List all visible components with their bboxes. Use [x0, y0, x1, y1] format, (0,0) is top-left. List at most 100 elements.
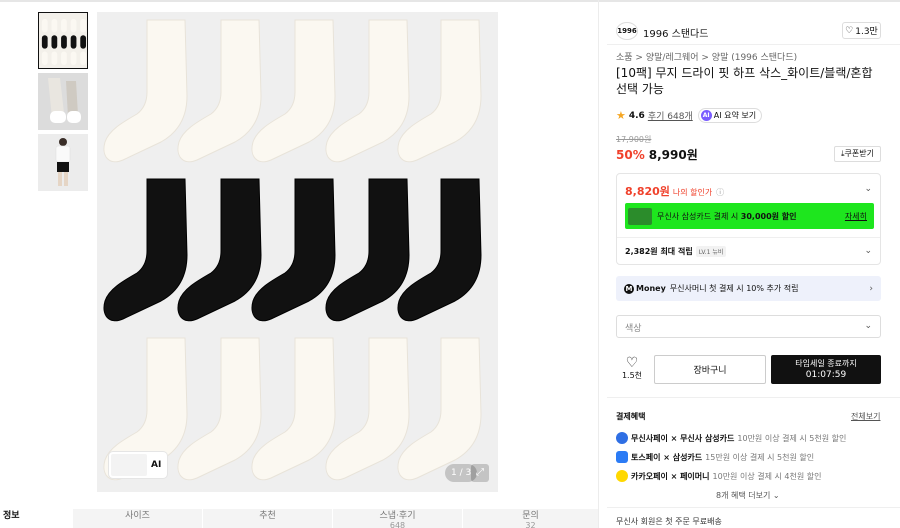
card-promo-detail-link[interactable]: 자세히: [845, 211, 867, 222]
shipping-note: 무신사 회원은 첫 주문 무료배송: [616, 517, 722, 526]
color-select[interactable]: 색상 ⌄: [616, 315, 881, 338]
ai-summary-button[interactable]: AI AI 요약 보기: [697, 108, 763, 123]
mini-thumb: [111, 454, 147, 476]
white-sock: [251, 19, 336, 163]
divider: [617, 237, 880, 238]
sock-grid-image: [103, 19, 482, 481]
card-promo-banner[interactable]: 무신사 삼성카드 결제 시 30,000원 할인 자세히: [625, 203, 874, 229]
tab-snap-review[interactable]: 스냅·후기 648: [332, 509, 462, 528]
money-logo-text: Money: [636, 283, 666, 293]
thumbnail-model-full[interactable]: [38, 134, 88, 191]
tab-size[interactable]: 사이즈: [72, 509, 202, 528]
buy-button[interactable]: 타임세일 종료까지 01:07:59: [771, 355, 881, 384]
payment-benefit-title: 결제혜택: [616, 412, 646, 421]
sale-price-row: 50% 8,990원: [616, 146, 698, 163]
toss-pay-icon: [616, 451, 628, 463]
chevron-down-icon: ⌄: [772, 491, 780, 500]
payment-row-title: 토스페이 × 삼성카드: [631, 452, 703, 462]
ai-similar-chip[interactable]: AI: [109, 452, 168, 478]
tab-inquiry-label: 문의: [522, 511, 539, 521]
money-banner[interactable]: M Money 무신사머니 첫 결제 시 10% 추가 적립 ›: [616, 276, 881, 301]
coupon-button[interactable]: ⤓쿠폰받기: [834, 146, 881, 162]
musinsa-pay-icon: [616, 432, 628, 444]
brand-logo[interactable]: 1996: [616, 22, 638, 40]
tab-size-label: 사이즈: [125, 511, 150, 521]
breadcrumb[interactable]: 소품 > 양말/레그웨어 > 양말 (1996 스탠다드): [616, 50, 797, 63]
payment-more-button[interactable]: 8개 혜택 더보기 ⌄: [716, 490, 780, 501]
black-sock: [397, 178, 482, 322]
coupon-label: 쿠폰받기: [844, 149, 874, 158]
main-product-image[interactable]: AI 1 / 3 ⤢: [97, 12, 498, 492]
white-sock: [177, 337, 262, 481]
divider: [607, 507, 900, 508]
white-sock: [325, 337, 410, 481]
ai-summary-label: AI 요약 보기: [713, 111, 757, 120]
detail-tabs: 정보 사이즈 추천 스냅·후기 648 문의 32: [0, 509, 598, 528]
panel-divider: [598, 0, 599, 528]
ai-chip-label: AI: [151, 460, 162, 470]
tab-recommend-label: 추천: [259, 511, 276, 521]
payment-row-desc: 10만원 이상 결제 시 5천원 할인: [737, 433, 847, 443]
my-price: 8,820원: [625, 185, 670, 198]
points-text: 2,382원 최대 적립: [625, 247, 693, 256]
black-sock: [251, 178, 336, 322]
cart-button[interactable]: 장바구니: [654, 355, 766, 384]
black-sock: [103, 178, 188, 322]
white-sock: [177, 19, 262, 163]
white-sock: [103, 19, 188, 163]
color-select-placeholder: 색상: [625, 324, 642, 334]
heart-icon: ♡: [625, 355, 639, 371]
points-row[interactable]: 2,382원 최대 적립 LV.1 뉴비: [625, 246, 727, 257]
rating-score: 4.6: [628, 110, 645, 121]
my-price-row[interactable]: 8,820원 나의 할인가 ⓘ: [625, 183, 724, 199]
discount-rate: 50%: [616, 148, 645, 162]
time-sale-timer: 01:07:59: [805, 370, 847, 380]
payment-row-title: 무신사페이 × 무신사 삼성카드: [631, 433, 735, 443]
chevron-down-icon[interactable]: ⌄: [864, 184, 872, 194]
payment-row: 무신사페이 × 무신사 삼성카드 10만원 이상 결제 시 5천원 할인: [616, 432, 846, 444]
payment-row-title: 카카오페이 × 페이머니: [631, 471, 710, 481]
white-sock: [251, 337, 336, 481]
chevron-right-icon: ›: [869, 284, 873, 294]
thumbnail-model-socks[interactable]: [38, 73, 88, 130]
rating-row: ★ 4.6 후기 648개 AI AI 요약 보기: [616, 108, 763, 123]
white-sock: [325, 19, 410, 163]
buy-button-title: 타임세일 종료까지: [795, 359, 857, 368]
thumbnail-sock-pack[interactable]: [38, 12, 88, 69]
chevron-down-icon[interactable]: ⌄: [864, 246, 872, 256]
card-promo-desc: 무신사 삼성카드 결제 시: [657, 211, 741, 221]
tab-inquiry[interactable]: 문의 32: [462, 509, 598, 528]
tab-info[interactable]: 정보: [0, 509, 72, 528]
expand-icon[interactable]: ⤢: [471, 464, 489, 482]
card-promo-text: 무신사 삼성카드 결제 시 30,000원 할인: [657, 211, 845, 222]
white-sock: [397, 337, 482, 481]
product-like-count: 1.5천: [621, 371, 643, 380]
payment-row: 토스페이 × 삼성카드 15만원 이상 결제 시 5천원 할인: [616, 451, 814, 463]
brand-name[interactable]: 1996 스탠다드: [643, 25, 708, 40]
brand-like-button[interactable]: ♡ 1.3만: [842, 22, 881, 39]
payment-row-desc: 15만원 이상 결제 시 5천원 할인: [705, 452, 815, 462]
heart-icon: ♡: [845, 25, 854, 36]
ai-icon: AI: [700, 110, 712, 121]
black-sock: [177, 178, 262, 322]
level-badge: LV.1 뉴비: [695, 246, 727, 257]
tab-review-label: 스냅·후기: [379, 511, 416, 521]
star-icon: ★: [616, 109, 626, 122]
review-count-link[interactable]: 후기 648개: [648, 109, 693, 122]
white-sock: [397, 19, 482, 163]
tab-review-count: 648: [389, 521, 406, 528]
chevron-down-icon: ⌄: [864, 321, 872, 331]
kakao-pay-icon: [616, 470, 628, 482]
product-like-button[interactable]: ♡ 1.5천: [616, 356, 648, 381]
top-border: [0, 0, 900, 2]
my-price-label: 나의 할인가: [672, 188, 713, 197]
payment-view-all-link[interactable]: 전체보기: [851, 411, 880, 422]
brand-like-count: 1.3만: [855, 27, 878, 37]
payment-more-label: 8개 혜택 더보기: [716, 491, 771, 500]
benefit-box: 8,820원 나의 할인가 ⓘ ⌄ 무신사 삼성카드 결제 시 30,000원 할…: [616, 173, 881, 265]
tab-info-label: 정보: [3, 511, 20, 521]
tab-recommend[interactable]: 추천: [202, 509, 332, 528]
money-text: 무신사머니 첫 결제 시 10% 추가 적립: [669, 284, 799, 293]
money-icon: M: [624, 283, 634, 294]
card-promo-amount: 30,000원 할인: [740, 211, 797, 221]
